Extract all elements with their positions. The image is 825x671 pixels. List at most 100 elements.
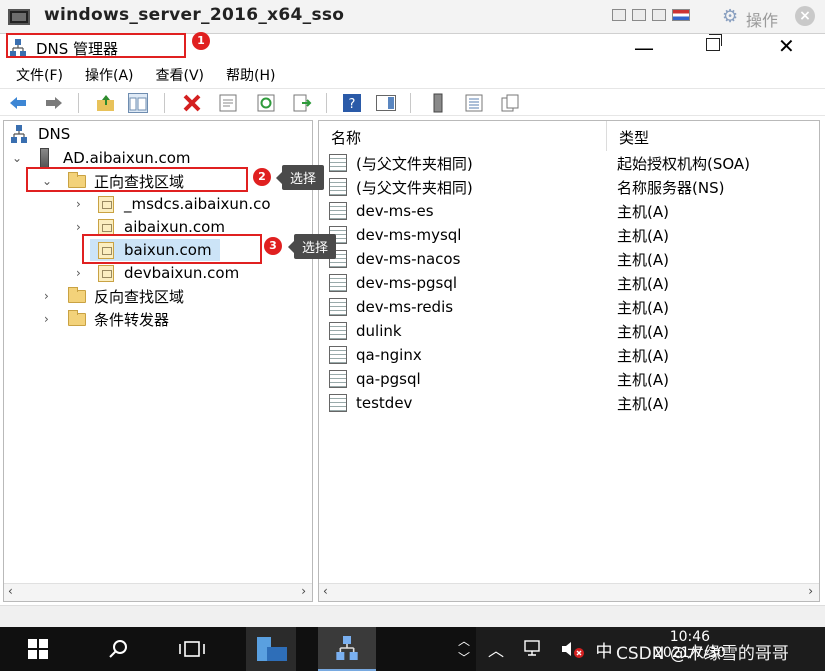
list-item[interactable]: dulink 主机(A)	[319, 319, 819, 343]
tree-node-server[interactable]: ⌄ AD.aibaixun.com	[12, 147, 191, 169]
chevron-up-icon[interactable]: ︿	[458, 632, 470, 649]
chevron-right-icon[interactable]: ›	[44, 312, 58, 326]
server-icon[interactable]	[428, 93, 448, 113]
taskbar-app-dns-manager[interactable]	[318, 627, 376, 671]
column-header-name[interactable]: 名称	[319, 121, 606, 151]
horizontal-scrollbar[interactable]: ‹ ›	[4, 583, 312, 601]
tree-node-zone[interactable]: › devbaixun.com	[76, 262, 239, 284]
minimize-button[interactable]: —	[634, 36, 654, 60]
details-pane[interactable]: 名称 类型 (与父文件夹相同) 起始授权机构(SOA) (与父文件夹相同) 名称服务…	[318, 120, 820, 602]
scroll-right-icon[interactable]: ›	[808, 584, 813, 598]
chevron-down-icon[interactable]: ﹀	[458, 649, 470, 666]
scroll-left-icon[interactable]: ‹	[323, 584, 328, 598]
close-button[interactable]: ✕	[778, 34, 795, 58]
record-icon	[329, 322, 347, 340]
chevron-right-icon[interactable]: ›	[76, 266, 90, 280]
tree-node-reverse-lookup-zones[interactable]: › 反向查找区域	[44, 285, 184, 307]
list-item[interactable]: dev-ms-mysql 主机(A)	[319, 223, 819, 247]
record-icon	[329, 298, 347, 316]
restore-button[interactable]	[706, 34, 722, 51]
dns-icon	[11, 125, 27, 143]
server-manager-icon	[257, 637, 287, 661]
list-item[interactable]: qa-nginx 主机(A)	[319, 343, 819, 367]
folder-icon	[68, 309, 86, 326]
list-item[interactable]: dev-ms-pgsql 主机(A)	[319, 271, 819, 295]
network-icon[interactable]	[522, 627, 548, 671]
search-button[interactable]	[100, 627, 136, 671]
tree-node-zone[interactable]: › _msdcs.aibaixun.co	[76, 193, 271, 215]
menu-file[interactable]: 文件(F)	[10, 62, 69, 86]
highlight-box-baixun-zone	[82, 234, 262, 264]
chevron-right-icon[interactable]: ›	[76, 220, 90, 234]
up-folder-icon[interactable]	[96, 93, 116, 113]
flag-icon[interactable]	[672, 9, 690, 21]
tree-label: 反向查找区域	[94, 287, 185, 306]
list-item[interactable]: (与父文件夹相同) 名称服务器(NS)	[319, 175, 819, 199]
list-item[interactable]: dev-ms-es 主机(A)	[319, 199, 819, 223]
scroll-left-icon[interactable]: ‹	[8, 584, 13, 598]
tree-label: 条件转发器	[94, 310, 170, 329]
vm-window-icon[interactable]	[612, 9, 626, 21]
record-icon	[329, 178, 347, 196]
tree-node-conditional-forwarders[interactable]: › 条件转发器	[44, 308, 169, 330]
step-badge-3: 3	[264, 237, 282, 255]
record-icon	[329, 370, 347, 388]
delete-icon[interactable]	[182, 93, 202, 113]
list-view-icon[interactable]	[464, 93, 484, 113]
tree-label: AD.aibaixun.com	[63, 149, 191, 167]
step-badge-1: 1	[192, 32, 210, 50]
taskbar-scroll[interactable]: ︿ ﹀	[452, 627, 476, 671]
close-icon[interactable]: ×	[795, 6, 815, 26]
chevron-down-icon[interactable]: ⌄	[12, 151, 26, 165]
ime-indicator[interactable]: 中	[594, 627, 614, 671]
vm-window-icon[interactable]	[632, 9, 646, 21]
horizontal-scrollbar[interactable]: ‹ ›	[319, 583, 819, 601]
list-item[interactable]: qa-pgsql 主机(A)	[319, 367, 819, 391]
server-icon	[40, 148, 49, 168]
show-console-tree-icon[interactable]	[128, 93, 148, 113]
menu-action[interactable]: 操作(A)	[79, 62, 140, 86]
status-bar	[0, 605, 825, 627]
list-item[interactable]: dev-ms-nacos 主机(A)	[319, 247, 819, 271]
record-icon	[329, 394, 347, 412]
properties-icon[interactable]	[218, 93, 238, 113]
vm-ops-button[interactable]: 操作	[746, 7, 778, 31]
search-icon	[109, 640, 127, 658]
volume-muted-icon[interactable]	[558, 627, 588, 671]
menu-bar: 文件(F) 操作(A) 查看(V) 帮助(H)	[0, 62, 825, 86]
start-button[interactable]	[20, 627, 56, 671]
column-header-type[interactable]: 类型	[607, 121, 819, 151]
highlight-box-app-title	[6, 33, 186, 58]
show-action-pane-icon[interactable]	[376, 93, 396, 113]
help-icon[interactable]: ?	[342, 93, 362, 113]
list-item[interactable]: (与父文件夹相同) 起始授权机构(SOA)	[319, 151, 819, 175]
export-list-icon[interactable]	[292, 93, 312, 113]
tree-node-dns[interactable]: DNS	[10, 123, 70, 145]
step-badge-2: 2	[253, 168, 271, 186]
chevron-right-icon[interactable]: ›	[44, 289, 58, 303]
zone-icon	[98, 264, 114, 282]
vm-screen-icon	[8, 9, 30, 25]
toolbar: ?	[0, 88, 825, 116]
menu-help[interactable]: 帮助(H)	[220, 62, 281, 86]
copy-icon[interactable]	[500, 93, 520, 113]
forward-arrow-icon[interactable]	[44, 93, 64, 113]
vm-window-icon[interactable]	[652, 9, 666, 21]
task-view-button[interactable]	[172, 627, 212, 671]
record-icon	[329, 346, 347, 364]
vm-controls	[612, 9, 690, 21]
back-arrow-icon[interactable]	[8, 93, 28, 113]
gear-icon[interactable]: ⚙	[722, 6, 738, 27]
vm-title: windows_server_2016_x64_sso	[44, 5, 345, 25]
windows-icon	[28, 639, 48, 659]
taskbar-app-server-manager[interactable]	[246, 627, 296, 671]
refresh-icon[interactable]	[256, 93, 276, 113]
console-tree-pane[interactable]: DNS ⌄ AD.aibaixun.com ⌄ 正向查找区域 › _msdcs.…	[3, 120, 313, 602]
menu-view[interactable]: 查看(V)	[150, 62, 211, 86]
chevron-up-icon[interactable]: ︿	[484, 627, 508, 671]
list-item[interactable]: testdev 主机(A)	[319, 391, 819, 415]
scroll-right-icon[interactable]: ›	[301, 584, 306, 598]
chevron-right-icon[interactable]: ›	[76, 197, 90, 211]
zone-icon	[98, 195, 114, 213]
list-item[interactable]: dev-ms-redis 主机(A)	[319, 295, 819, 319]
